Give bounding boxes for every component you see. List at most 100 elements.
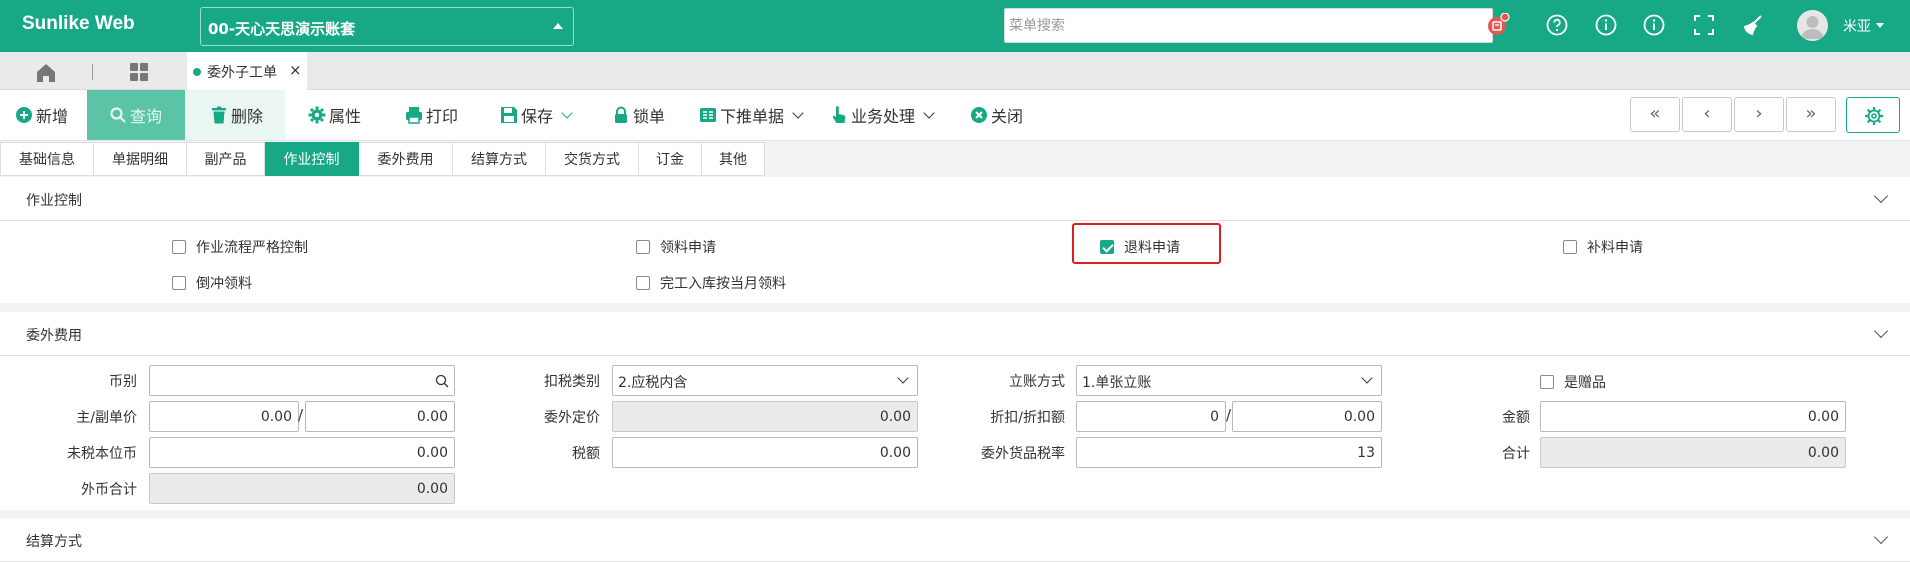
subtab-by-products[interactable]: 副产品: [187, 142, 265, 176]
home-icon[interactable]: [22, 61, 70, 83]
checkbox-box[interactable]: [172, 240, 186, 254]
discount-amount-value: 0.00: [1343, 409, 1375, 425]
chevron-down-icon[interactable]: [923, 106, 935, 119]
outsourcing-fees-header[interactable]: 委外费用: [0, 312, 1910, 356]
chevron-down-icon[interactable]: [1873, 529, 1889, 545]
total-label: 合计: [1502, 446, 1530, 462]
checkbox-box[interactable]: [636, 240, 650, 254]
checkbox-box[interactable]: [172, 276, 186, 290]
query-button[interactable]: 查询: [87, 90, 185, 140]
subtab-work-control[interactable]: 作业控制: [265, 142, 359, 176]
subtab-deposit[interactable]: 订金: [639, 142, 702, 176]
fullscreen-icon[interactable]: [1692, 13, 1716, 37]
subtab-basic-info[interactable]: 基础信息: [0, 142, 94, 176]
top-header: Sunlike Web 00-天心天思演示账套 米亚: [0, 0, 1910, 52]
account-method-value: 1.单张立账: [1082, 375, 1152, 391]
account-method-select[interactable]: 1.单张立账: [1076, 365, 1382, 396]
strict-flow-checkbox[interactable]: 作业流程严格控制: [172, 237, 308, 257]
discount-amount-input[interactable]: 0.00: [1232, 401, 1382, 432]
first-record-button[interactable]: «: [1630, 97, 1680, 132]
gift-checkbox[interactable]: 是赠品: [1540, 372, 1606, 392]
notification-icon[interactable]: [1486, 12, 1510, 37]
last-record-button[interactable]: »: [1786, 97, 1836, 132]
chevron-down-icon[interactable]: [1873, 323, 1889, 339]
help-icon[interactable]: [1545, 13, 1569, 37]
amount-input[interactable]: 0.00: [1540, 401, 1846, 432]
subtab-other[interactable]: 其他: [702, 142, 765, 176]
highlight-frame: [1072, 223, 1221, 264]
search-icon[interactable]: [435, 374, 449, 388]
avatar[interactable]: [1797, 10, 1828, 41]
pointer-hand-icon: [830, 106, 848, 124]
info-icon[interactable]: [1594, 13, 1618, 37]
menu-search-input[interactable]: [1004, 8, 1493, 43]
goods-tax-rate-input[interactable]: 13: [1076, 437, 1382, 468]
grid-icon[interactable]: [129, 62, 149, 82]
checkbox-box[interactable]: [1563, 240, 1577, 254]
supplement-request-checkbox[interactable]: 补料申请: [1563, 237, 1643, 257]
checkbox-label: 是赠品: [1564, 375, 1606, 391]
lock-label: 锁单: [633, 107, 666, 126]
delete-button[interactable]: 删除: [185, 90, 285, 140]
save-label: 保存: [521, 107, 554, 126]
caret-down-icon[interactable]: [1876, 23, 1884, 28]
monthly-issue-checkbox[interactable]: 完工入库按当月领料: [636, 273, 786, 293]
account-selector[interactable]: 00-天心天思演示账套: [200, 7, 574, 46]
tax-value: 0.00: [879, 445, 911, 461]
close-button[interactable]: 关闭: [970, 90, 1023, 140]
settlement-header[interactable]: 结算方式: [0, 518, 1910, 562]
chevron-down-icon[interactable]: [1873, 188, 1889, 204]
subtab-settlement[interactable]: 结算方式: [453, 142, 546, 176]
brand-logo[interactable]: Sunlike Web: [22, 13, 135, 35]
chevron-down-icon: [1361, 372, 1373, 384]
discount-rate-input[interactable]: 0: [1076, 401, 1226, 432]
settings-icon: [1865, 107, 1883, 125]
fixed-price-value: 0.00: [879, 409, 911, 425]
settings-button[interactable]: [1846, 97, 1900, 133]
untaxed-local-input[interactable]: 0.00: [149, 437, 455, 468]
chevron-down-icon[interactable]: [561, 106, 573, 119]
subtab-delivery[interactable]: 交货方式: [546, 142, 639, 176]
about-icon[interactable]: [1642, 13, 1666, 37]
next-record-button[interactable]: ›: [1734, 97, 1784, 132]
tab-divider: [92, 64, 93, 80]
tab-outsourcing-sub-order[interactable]: 委外子工单 ×: [187, 52, 307, 90]
new-button[interactable]: 新增: [15, 90, 87, 140]
goods-tax-rate-value: 13: [1357, 445, 1375, 461]
unit-price-label: 主/副单价: [76, 410, 137, 426]
sub-unit-price-input[interactable]: 0.00: [305, 401, 455, 432]
foreign-total-field: 0.00: [149, 473, 455, 504]
goods-tax-rate-label: 委外货品税率: [981, 446, 1065, 462]
chevron-down-icon: [897, 372, 909, 384]
save-icon: [500, 106, 518, 124]
material-request-checkbox[interactable]: 领料申请: [636, 237, 716, 257]
subtab-doc-details[interactable]: 单据明细: [94, 142, 187, 176]
close-icon[interactable]: ×: [289, 61, 302, 79]
print-button[interactable]: 打印: [405, 90, 458, 140]
clean-icon[interactable]: [1741, 13, 1765, 37]
tax-input[interactable]: 0.00: [612, 437, 918, 468]
tax-type-select[interactable]: 2.应税内含: [612, 365, 918, 396]
user-name[interactable]: 米亚: [1843, 16, 1871, 36]
main-unit-price-input[interactable]: 0.00: [149, 401, 299, 432]
save-button[interactable]: 保存: [500, 90, 573, 140]
gear-icon: [308, 106, 326, 124]
work-control-header[interactable]: 作业控制: [0, 177, 1910, 221]
amount-value: 0.00: [1807, 409, 1839, 425]
lock-button[interactable]: 锁单: [612, 90, 665, 140]
currency-input[interactable]: [149, 365, 455, 396]
print-icon: [405, 106, 423, 124]
properties-button[interactable]: 属性: [308, 90, 361, 140]
backflush-checkbox[interactable]: 倒冲领料: [172, 273, 252, 293]
subtab-outsourcing-fees[interactable]: 委外费用: [359, 142, 453, 176]
trash-icon: [210, 106, 228, 124]
query-label: 查询: [130, 107, 163, 126]
chevron-down-icon[interactable]: [792, 106, 804, 119]
push-document-button[interactable]: 下推单据: [699, 90, 804, 140]
checkbox-box[interactable]: [1540, 375, 1554, 389]
checkbox-label: 作业流程严格控制: [196, 240, 308, 256]
previous-record-button[interactable]: ‹: [1682, 97, 1732, 132]
checkbox-box[interactable]: [636, 276, 650, 290]
print-label: 打印: [426, 107, 459, 126]
business-process-button[interactable]: 业务处理: [830, 90, 935, 140]
